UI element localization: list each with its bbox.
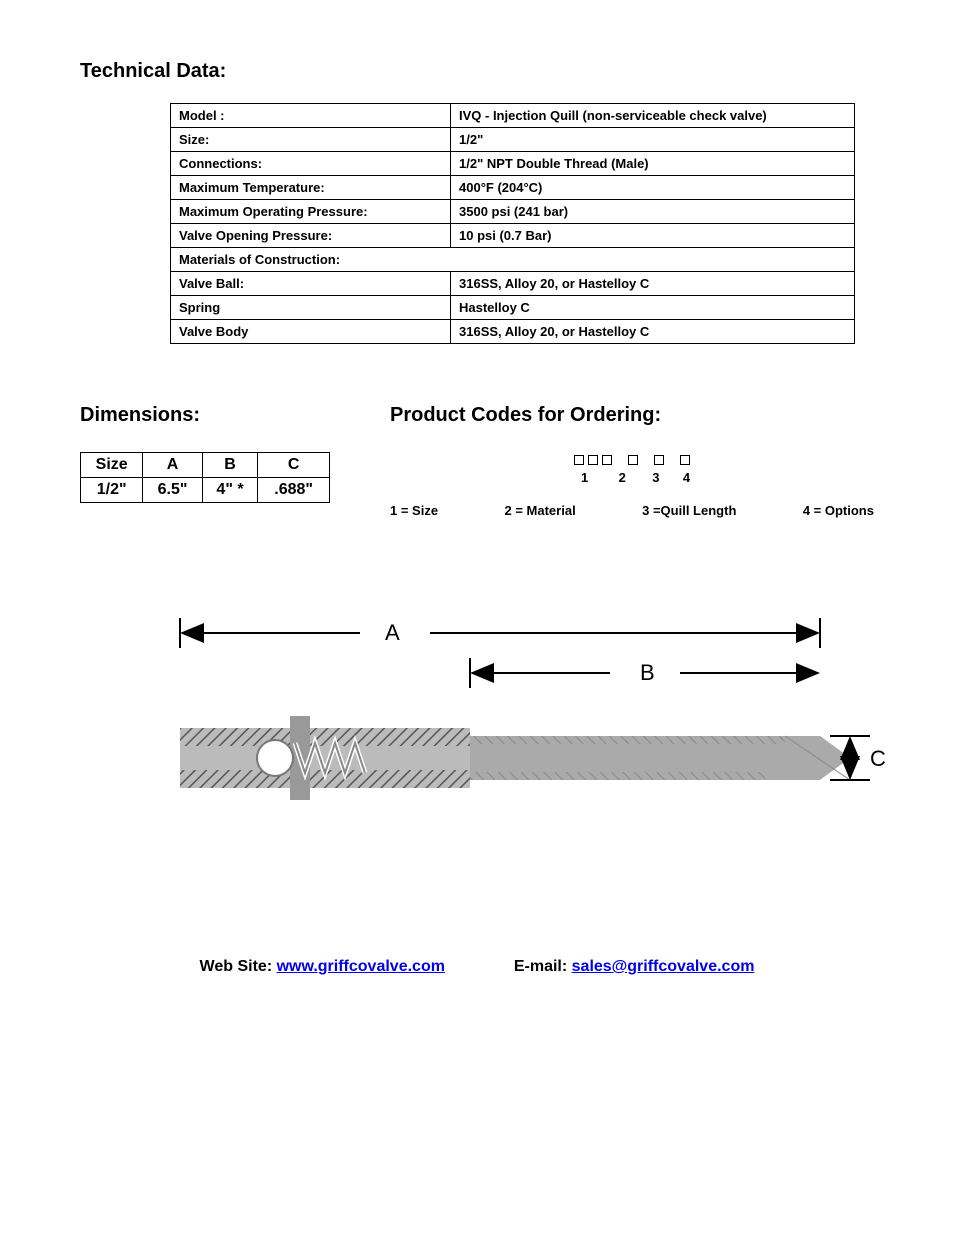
legend-item: 2 = Material — [505, 503, 576, 518]
table-row: Connections:1/2" NPT Double Thread (Male… — [171, 152, 855, 176]
tech-value: 400°F (204°C) — [451, 176, 855, 200]
code-num: 3 — [641, 470, 671, 485]
tech-value: 3500 psi (241 bar) — [451, 200, 855, 224]
tech-value: Hastelloy C — [451, 296, 855, 320]
tech-value: 10 psi (0.7 Bar) — [451, 224, 855, 248]
tech-label: Maximum Temperature: — [171, 176, 451, 200]
tech-label: Valve Body — [171, 320, 451, 344]
email-label: E-mail: — [514, 958, 572, 975]
code-box-icon — [654, 455, 664, 465]
footer: Web Site: www.griffcovalve.com E-mail: s… — [80, 958, 874, 976]
tech-value: 1/2" NPT Double Thread (Male) — [451, 152, 855, 176]
tech-label: Valve Opening Pressure: — [171, 224, 451, 248]
tech-label: Spring — [171, 296, 451, 320]
dim-header: Size — [81, 453, 143, 478]
tech-value: IVQ - Injection Quill (non-serviceable c… — [451, 104, 855, 128]
dim-cell: 4" * — [202, 478, 258, 503]
table-row: Size:1/2" — [171, 128, 855, 152]
table-row: Size A B C — [81, 453, 330, 478]
legend-item: 3 =Quill Length — [642, 503, 736, 518]
dim-header: B — [202, 453, 258, 478]
table-row: 1/2" 6.5" 4" * .688" — [81, 478, 330, 503]
dim-cell: 6.5" — [143, 478, 202, 503]
code-num: 2 — [607, 470, 637, 485]
table-row: Maximum Temperature:400°F (204°C) — [171, 176, 855, 200]
code-number-row: 1 2 3 4 — [390, 470, 874, 485]
table-row: Maximum Operating Pressure:3500 psi (241… — [171, 200, 855, 224]
code-num: 4 — [674, 470, 698, 485]
dimensions-table: Size A B C 1/2" 6.5" 4" * .688" — [80, 452, 330, 503]
table-row: Valve Ball:316SS, Alloy 20, or Hastelloy… — [171, 272, 855, 296]
dim-label-c: C — [870, 746, 886, 771]
tech-value: 316SS, Alloy 20, or Hastelloy C — [451, 320, 855, 344]
tech-label: Maximum Operating Pressure: — [171, 200, 451, 224]
code-num: 1 — [566, 470, 604, 485]
code-box-icon — [680, 455, 690, 465]
legend-item: 1 = Size — [390, 503, 438, 518]
technical-data-heading: Technical Data: — [80, 60, 874, 83]
dimensions-heading: Dimensions: — [80, 404, 330, 427]
dim-header: A — [143, 453, 202, 478]
dim-label-b: B — [640, 660, 655, 685]
code-box-icon — [588, 455, 598, 465]
tech-label: Materials of Construction: — [171, 248, 855, 272]
tech-label: Connections: — [171, 152, 451, 176]
dim-header: C — [258, 453, 330, 478]
tech-value: 316SS, Alloy 20, or Hastelloy C — [451, 272, 855, 296]
website-link[interactable]: www.griffcovalve.com — [277, 958, 445, 975]
tech-label: Valve Ball: — [171, 272, 451, 296]
dim-label-a: A — [385, 620, 400, 645]
table-row: Materials of Construction: — [171, 248, 855, 272]
table-row: Valve Body316SS, Alloy 20, or Hastelloy … — [171, 320, 855, 344]
code-legend-row: 1 = Size 2 = Material 3 =Quill Length 4 … — [390, 503, 874, 518]
website-label: Web Site: — [200, 958, 277, 975]
technical-data-table: Model :IVQ - Injection Quill (non-servic… — [170, 103, 855, 344]
dim-cell: .688" — [258, 478, 330, 503]
dim-cell: 1/2" — [81, 478, 143, 503]
code-box-icon — [574, 455, 584, 465]
legend-item: 4 = Options — [803, 503, 874, 518]
tech-value: 1/2" — [451, 128, 855, 152]
code-box-icon — [628, 455, 638, 465]
code-box-icon — [602, 455, 612, 465]
table-row: SpringHastelloy C — [171, 296, 855, 320]
tech-label: Size: — [171, 128, 451, 152]
table-row: Model :IVQ - Injection Quill (non-servic… — [171, 104, 855, 128]
tech-label: Model : — [171, 104, 451, 128]
quill-diagram: A B C — [130, 608, 890, 838]
code-box-row — [390, 452, 874, 468]
product-codes-heading: Product Codes for Ordering: — [390, 404, 874, 427]
email-link[interactable]: sales@griffcovalve.com — [572, 958, 755, 975]
table-row: Valve Opening Pressure:10 psi (0.7 Bar) — [171, 224, 855, 248]
